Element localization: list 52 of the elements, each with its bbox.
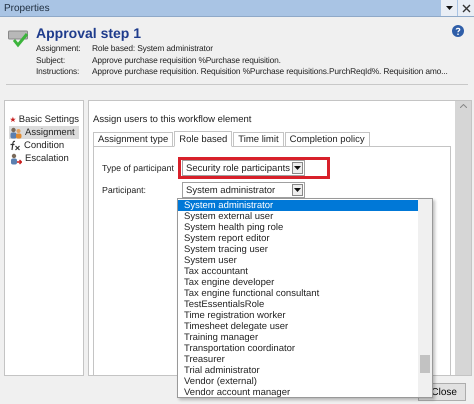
help-icon[interactable] xyxy=(452,25,464,37)
list-scrollbar[interactable] xyxy=(418,199,432,397)
tab[interactable]: Assignment type xyxy=(93,132,174,146)
list-option[interactable]: System external user xyxy=(178,211,418,222)
scroll-thumb[interactable] xyxy=(420,355,430,373)
list-option[interactable]: Transportation coordinator xyxy=(178,343,418,354)
nav-item[interactable]: Condition xyxy=(9,139,79,152)
list-option[interactable]: TestEssentialsRole xyxy=(178,299,418,310)
nav-item[interactable]: Assignment xyxy=(9,126,79,139)
step-title: Approval step 1 xyxy=(36,25,142,41)
list-option[interactable]: System tracing user xyxy=(178,244,418,255)
approval-check-icon xyxy=(8,29,30,49)
user-arrow-icon xyxy=(10,152,22,164)
list-option[interactable]: Vendor account manager xyxy=(178,387,418,397)
close-button[interactable] xyxy=(458,0,474,16)
detail-value: Approve purchase requisition. Requisition %Purchase requisitions.PurchReqId%. Requisition amo... xyxy=(92,66,448,78)
field-label: Type of participant xyxy=(102,163,175,173)
tab[interactable]: Completion policy xyxy=(284,132,370,146)
window-menu-button[interactable] xyxy=(441,0,457,16)
caret-icon[interactable] xyxy=(446,6,452,10)
combo-box[interactable]: Security role participants xyxy=(182,160,305,176)
nav-item[interactable]: Escalation xyxy=(9,152,79,165)
list-option[interactable]: Trial administrator xyxy=(178,365,418,376)
field-label: Participant: xyxy=(102,185,148,195)
list-option[interactable]: Tax engine functional consultant xyxy=(178,288,418,299)
list-option[interactable]: System health ping role xyxy=(178,222,418,233)
detail-label: Subject: xyxy=(36,54,66,66)
nav-item[interactable]: Basic Settings xyxy=(9,113,79,126)
list-option[interactable]: System report editor xyxy=(178,233,418,244)
list-option[interactable]: Training manager xyxy=(178,332,418,343)
detail-value: Approve purchase requisition %Purchase requisition. xyxy=(92,54,281,66)
tab[interactable]: Time limit xyxy=(233,132,284,146)
detail-label: Assignment: xyxy=(36,43,82,54)
list-option[interactable]: System user xyxy=(178,255,418,266)
list-option[interactable]: System administrator xyxy=(178,200,418,211)
star-icon xyxy=(10,114,16,125)
combo-box[interactable]: System administrator xyxy=(182,182,305,198)
list-option[interactable]: Tax engine developer xyxy=(178,277,418,288)
users-icon xyxy=(10,126,22,138)
list-option[interactable]: Vendor (external) xyxy=(178,376,418,387)
tab[interactable]: Role based xyxy=(174,131,232,147)
list-option[interactable]: Treasurer xyxy=(178,354,418,365)
list-option[interactable]: Time registration worker xyxy=(178,310,418,321)
window-title: Properties xyxy=(4,2,50,14)
list-option[interactable]: Tax accountant xyxy=(178,266,418,277)
detail-value: Role based: System administrator xyxy=(92,43,213,54)
function-icon xyxy=(10,140,21,151)
list-option[interactable]: Timesheet delegate user xyxy=(178,321,418,332)
panel-heading: Assign users to this workflow element xyxy=(93,114,252,125)
scrollbar[interactable] xyxy=(455,101,471,375)
detail-label: Instructions: xyxy=(36,66,80,78)
close-icon[interactable] xyxy=(462,4,470,12)
